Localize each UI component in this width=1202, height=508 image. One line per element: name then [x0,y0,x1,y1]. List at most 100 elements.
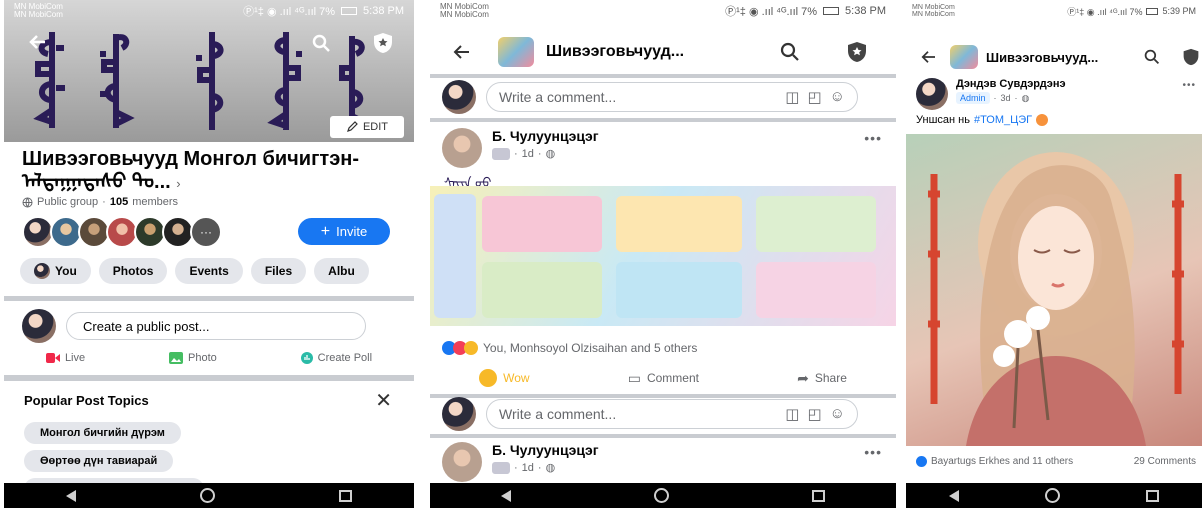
author-avatar[interactable] [442,128,482,168]
reactions-summary[interactable]: Bayartugs Erkhes and 11 others [916,456,1073,467]
author-avatar[interactable] [442,442,482,482]
more-options-icon[interactable]: ••• [864,444,882,460]
photo-button[interactable]: Photo [169,352,217,364]
group-bar-title[interactable]: Шивээговьчууд... [546,43,684,61]
group-title[interactable]: Шивээговьчууд Монгол бичигтэн-ᠠᠯᠲᠠᠨ᠋ᠭᠠᠳᠠ… [22,148,406,195]
search-icon[interactable] [780,42,800,62]
search-icon[interactable] [312,34,330,52]
admin-shield-icon[interactable] [846,41,868,63]
section-divider [430,74,896,78]
group-thumbnail[interactable] [498,37,534,67]
tab-label: Albu [328,264,355,278]
share-button[interactable]: ➦ Share [797,369,847,387]
separator-dot: · [1014,93,1018,103]
topic-chip[interactable]: Өөртөө дүн тавиарай [24,450,174,472]
create-post-input[interactable]: Create a public post... [66,312,366,340]
topic-chip-label: Өөртөө дүн тавиарай [40,455,158,467]
battery-icon [1146,7,1159,15]
more-options-icon[interactable]: ••• [864,130,882,146]
admin-shield-icon[interactable] [1182,48,1200,66]
live-button[interactable]: Live [45,352,86,364]
group-bar-title[interactable]: Шивээговьчууд... [986,50,1098,65]
status-bar: MN MobiCom MN MobiCom Ⓟ¹‡ ◉ .ııl ⁴ᴳ.ııl … [906,0,1202,22]
comment-input[interactable]: Write a comment... ◫ ◰ ☺ [486,399,858,429]
photo-label: Photo [188,352,217,364]
globe-icon: ◍ [545,462,556,474]
author-avatar[interactable] [916,78,948,110]
wow-button[interactable]: Wow [479,369,530,387]
topic-chip[interactable]: Монгол бичгийн дүрэм [24,422,181,444]
tab-events[interactable]: Events [175,258,243,284]
create-poll-button[interactable]: Create Poll [300,352,372,364]
camera-icon[interactable]: ◫ [785,88,799,106]
reactions-summary[interactable]: You, Monhsoyol Olzisaihan and 5 others [442,341,697,355]
member-avatars[interactable]: ··· [22,216,222,248]
section-divider [4,296,414,301]
post-time[interactable]: 1d [522,148,534,160]
carrier-name-secondary: MN MobiCom [912,11,955,18]
search-icon[interactable] [1144,49,1160,65]
nav-recents-icon[interactable] [339,489,352,502]
invite-label: Invite [336,224,368,239]
avatar [442,397,476,431]
post-image[interactable] [906,134,1202,446]
post-text: Уншсан нь #ТОМ_ЦЭГ [916,114,1049,126]
image-panel [756,262,876,318]
back-arrow-icon[interactable] [920,50,936,64]
avatar [34,263,50,279]
gif-icon[interactable]: ◰ [807,88,821,106]
camera-icon[interactable]: ◫ [785,405,799,423]
nav-recents-icon[interactable] [1146,489,1159,502]
separator-dot: · [537,461,542,474]
post-author[interactable]: Б. Чулуунцэцэг [492,128,599,144]
tab-albums[interactable]: Albu [314,258,369,284]
more-options-icon[interactable]: ••• [1182,80,1196,91]
more-members-icon: ··· [190,216,222,248]
reactions-text: Bayartugs Erkhes and 11 others [931,456,1074,467]
post-time[interactable]: 1d [522,462,534,474]
status-indicators: Ⓟ¹‡ ◉ .ııl ⁴ᴳ.ııl 7% [243,6,336,18]
emoji-icon[interactable]: ☺ [830,88,845,106]
avatar [22,309,56,343]
comment-button[interactable]: ▭ Comment [628,369,699,387]
back-arrow-icon[interactable] [452,44,470,60]
wow-label: Wow [503,371,530,385]
group-thumbnail[interactable] [950,45,978,69]
app-bar: Шивээговьчууд... [906,40,1202,74]
post-image[interactable] [430,186,896,326]
comment-input[interactable]: Write a comment... ◫ ◰ ☺ [486,82,858,112]
emoji-icon[interactable]: ☺ [830,405,845,423]
separator-dot: · [993,93,997,103]
group-meta: Public group · 105 members [22,196,178,208]
tab-you[interactable]: You [20,258,91,284]
post-text-prefix: Уншсан нь [916,114,970,126]
hashtag-link[interactable]: #ТОМ_ЦЭГ [974,114,1032,126]
invite-button[interactable]: + Invite [298,218,390,245]
nav-home-icon[interactable] [653,488,669,503]
app-bar: Шивээговьчууд... [430,32,896,72]
nav-home-icon[interactable] [200,488,215,503]
wow-reaction-icon [464,341,478,355]
back-arrow-icon[interactable] [28,34,46,50]
nav-recents-icon[interactable] [811,489,825,502]
nav-home-icon[interactable] [1045,488,1060,503]
post-time[interactable]: 3d [1001,93,1011,103]
comments-count[interactable]: 29 Comments [1134,456,1196,467]
topic-chip-label: Монгол бичгийн дүрэм [40,427,165,439]
live-label: Live [64,352,86,364]
close-icon[interactable]: ✕ [375,388,392,413]
admin-shield-icon[interactable] [372,32,394,54]
post-author[interactable]: Дэндэв Сувдэрдэнэ [956,78,1066,90]
tab-photos[interactable]: Photos [98,258,168,284]
group-title-text: Шивээговьчууд Монгол бичигтэн-ᠠᠯᠲᠠᠨ᠋ᠭᠠᠳᠠ… [22,148,359,193]
post-author[interactable]: Б. Чулуунцэцэг [492,442,599,458]
nav-back-icon[interactable] [949,489,959,502]
gif-icon[interactable]: ◰ [807,405,821,423]
android-nav-bar [4,483,414,508]
edit-cover-button[interactable]: EDIT [330,116,404,138]
nav-back-icon[interactable] [501,489,512,502]
nav-back-icon[interactable] [66,489,76,502]
illustration-girl-with-cotton [928,152,1184,446]
group-cover-photo[interactable]: MN MobiCom MN MobiCom Ⓟ¹‡ ◉ .ııl ⁴ᴳ.ııl … [4,0,414,142]
tab-files[interactable]: Files [250,258,307,284]
